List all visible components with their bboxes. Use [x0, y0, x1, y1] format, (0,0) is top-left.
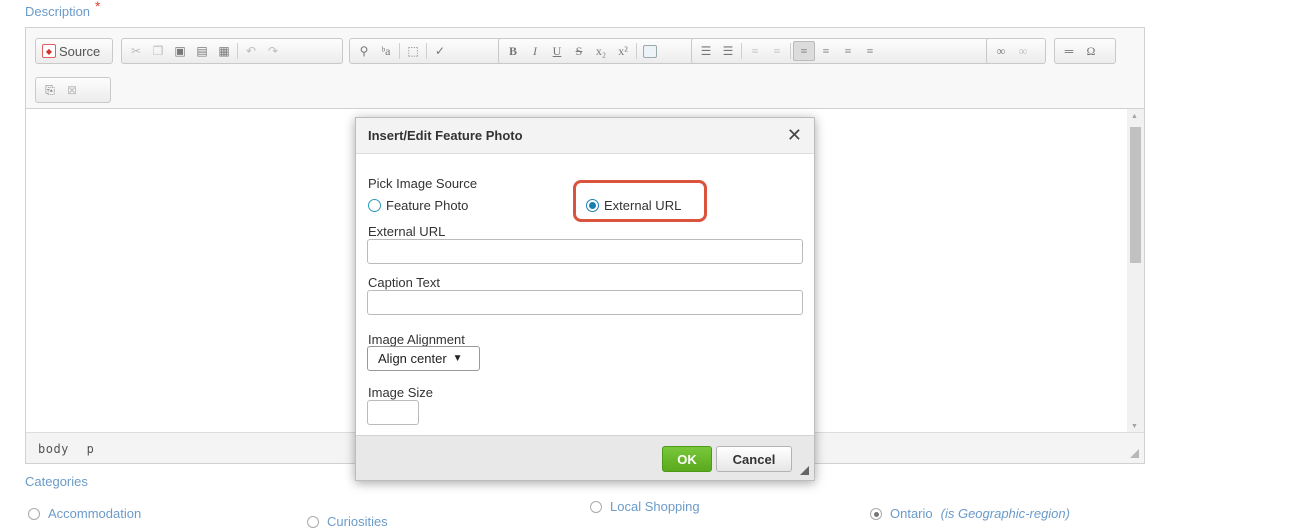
replace-icon[interactable]: ᵇa [375, 41, 397, 61]
toolbar-group-tools: ⎘ ⊠ [35, 77, 111, 103]
image-icon[interactable] [639, 41, 661, 61]
italic-icon[interactable]: I [524, 41, 546, 61]
toolbar-separator [636, 43, 637, 59]
scroll-up-icon[interactable]: ▲ [1131, 113, 1138, 120]
radio-icon[interactable] [368, 199, 381, 212]
bold-icon[interactable]: B [502, 41, 524, 61]
paste-text-icon[interactable]: ▤ [191, 41, 213, 61]
category-accommodation[interactable]: Accommodation [28, 506, 141, 521]
bulleted-list-icon[interactable]: ☰ [717, 41, 739, 61]
alignment-label: Image Alignment [368, 332, 465, 347]
radio-icon[interactable] [307, 515, 319, 528]
element-path: body p [38, 442, 104, 456]
editor-toolbar: ◆ Source ✂ ❐ ▣ ▤ ▦ ↶ ↷ ⚲ ᵇa ⬚ ✓ B I U S [26, 28, 1144, 109]
category-curiosities[interactable]: Curiosities [307, 514, 388, 529]
copy-icon[interactable]: ❐ [147, 41, 169, 61]
toolbar-group-basicstyles: B I U S x₂ x² [498, 38, 723, 64]
category-note: (is Geographic-region) [940, 506, 1070, 521]
scrollbar-thumb[interactable] [1130, 127, 1141, 263]
underline-icon[interactable]: U [546, 41, 568, 61]
toolbar-group-links: ∞ ∞ [986, 38, 1046, 64]
pick-source-label: Pick Image Source [368, 176, 478, 191]
highlight-annotation [573, 180, 707, 222]
category-label: Curiosities [327, 514, 388, 529]
alignment-select[interactable]: Align center ▼ [367, 346, 480, 371]
radio-feature-photo-label: Feature Photo [386, 198, 469, 213]
toolbar-separator [399, 43, 400, 59]
category-label: Accommodation [48, 506, 142, 521]
source-icon: ◆ [42, 44, 56, 58]
editor-resize-handle-icon[interactable] [1130, 449, 1139, 458]
cut-icon[interactable]: ✂ [125, 41, 147, 61]
caption-input[interactable] [367, 290, 803, 315]
external-url-input[interactable] [367, 239, 803, 264]
category-label: Ontario [890, 506, 933, 521]
description-label-text: Description [25, 4, 91, 19]
dialog-body: Pick Image Source Feature Photo External… [356, 154, 814, 436]
toolbar-group-insert: ═ Ω [1054, 38, 1116, 64]
paste-icon[interactable]: ▣ [169, 41, 191, 61]
toolbar-separator [426, 43, 427, 59]
superscript-icon[interactable]: x² [612, 41, 634, 61]
align-left-icon[interactable]: ≡ [793, 41, 815, 61]
categories-label: Categories [25, 474, 88, 489]
indent-icon[interactable]: ≡ [766, 41, 788, 61]
radio-checked-icon[interactable] [870, 507, 882, 520]
editor-scrollbar[interactable]: ▲ ▼ [1127, 109, 1144, 434]
close-icon[interactable]: ✕ [787, 126, 802, 144]
horizontal-line-icon[interactable]: ═ [1058, 41, 1080, 61]
category-label: Local Shopping [610, 499, 700, 514]
special-char-icon[interactable]: Ω [1080, 41, 1102, 61]
strikethrough-icon[interactable]: S [568, 41, 590, 61]
dialog-title-bar[interactable]: Insert/Edit Feature Photo ✕ [356, 118, 814, 154]
justify-icon[interactable]: ≡ [859, 41, 881, 61]
toolbar-separator [790, 43, 791, 59]
numbered-list-icon[interactable]: ☰ [695, 41, 717, 61]
toolbar-group-editing: ⚲ ᵇa ⬚ ✓ [349, 38, 514, 64]
required-marker: * [95, 0, 101, 14]
paste-word-icon[interactable]: ▦ [213, 41, 235, 61]
select-all-icon[interactable]: ⬚ [402, 41, 424, 61]
dialog-title: Insert/Edit Feature Photo [368, 128, 523, 143]
outdent-icon[interactable]: ≡ [744, 41, 766, 61]
ok-button[interactable]: OK [662, 446, 712, 472]
redo-icon[interactable]: ↷ [262, 41, 284, 61]
insert-feature-photo-dialog: Insert/Edit Feature Photo ✕ Pick Image S… [355, 117, 815, 481]
spellcheck-icon[interactable]: ✓ [429, 41, 451, 61]
chevron-down-icon: ▼ [452, 353, 463, 364]
toolbar-separator [741, 43, 742, 59]
align-right-icon[interactable]: ≡ [837, 41, 859, 61]
alignment-select-value: Align center [378, 351, 447, 366]
image-size-input[interactable] [367, 400, 419, 425]
align-center-icon[interactable]: ≡ [815, 41, 837, 61]
unlink-icon[interactable]: ∞ [1012, 41, 1034, 61]
toolbar-group-clipboard: ✂ ❐ ▣ ▤ ▦ ↶ ↷ [121, 38, 343, 64]
radio-icon[interactable] [590, 500, 602, 513]
external-url-label: External URL [368, 224, 446, 239]
toolbar-separator [237, 43, 238, 59]
remove-format-icon[interactable]: ⊠ [61, 80, 83, 100]
source-button-label: Source [59, 43, 101, 59]
subscript-icon[interactable]: x₂ [590, 41, 612, 61]
find-icon[interactable]: ⚲ [353, 41, 375, 61]
templates-icon[interactable]: ⎘ [39, 80, 61, 100]
toolbar-group-document: ◆ Source [35, 38, 113, 64]
undo-icon[interactable]: ↶ [240, 41, 262, 61]
source-button[interactable]: ◆ Source [39, 44, 103, 59]
category-local-shopping[interactable]: Local Shopping [590, 499, 700, 514]
cancel-button[interactable]: Cancel [716, 446, 792, 472]
link-icon[interactable]: ∞ [990, 41, 1012, 61]
description-label: Description * [25, 0, 100, 19]
toolbar-group-paragraph: ☰ ☰ ≡ ≡ ≡ ≡ ≡ ≡ [691, 38, 1001, 64]
radio-feature-photo[interactable]: Feature Photo [368, 198, 468, 213]
category-ontario[interactable]: Ontario (is Geographic-region) [870, 506, 1070, 521]
dialog-footer: OK Cancel [356, 435, 814, 480]
scroll-down-icon[interactable]: ▼ [1131, 423, 1138, 430]
caption-label: Caption Text [368, 275, 441, 290]
dialog-resize-handle-icon[interactable] [800, 466, 809, 475]
radio-icon[interactable] [28, 507, 40, 520]
image-size-label: Image Size [368, 385, 434, 400]
path-item-p[interactable]: p [87, 442, 95, 456]
path-item-body[interactable]: body [38, 442, 69, 456]
